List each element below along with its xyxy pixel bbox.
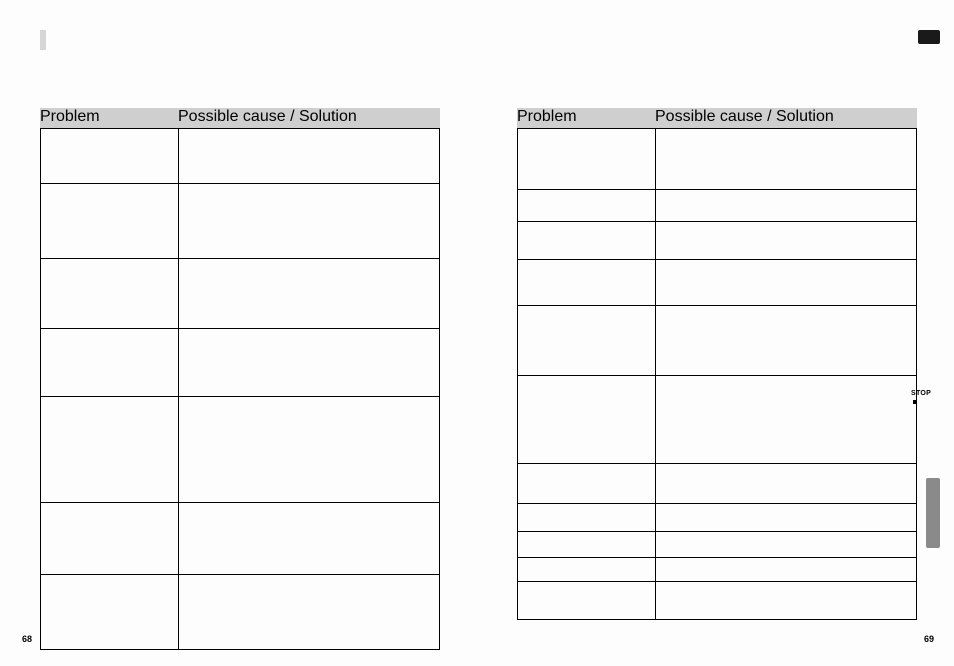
cell-problem: [518, 129, 656, 189]
cell-cause: [179, 397, 439, 502]
cell-cause: [656, 190, 916, 221]
table-row: [41, 328, 439, 396]
table-row: [518, 463, 916, 503]
table-row: [518, 129, 916, 189]
cell-problem: [41, 184, 179, 258]
cell-cause: STOP: [656, 306, 916, 375]
header-problem: Problem: [517, 108, 655, 128]
cell-cause: [656, 129, 916, 189]
table-header: Problem Possible cause / Solution: [40, 108, 440, 128]
cell-problem: [41, 329, 179, 396]
cell-problem: [518, 260, 656, 305]
table-body: [40, 128, 440, 650]
cell-cause: [179, 329, 439, 396]
cell-cause: [656, 558, 916, 581]
table-row: [518, 221, 916, 259]
cell-problem: [41, 503, 179, 574]
cell-problem: [518, 532, 656, 557]
cell-problem: [41, 259, 179, 328]
table-row: STOP: [518, 305, 916, 375]
cell-problem: [518, 582, 656, 619]
cell-problem: [41, 575, 179, 649]
page-number: 68: [22, 634, 32, 644]
header-problem: Problem: [40, 108, 178, 128]
table-row: [518, 503, 916, 531]
page-number: 69: [924, 634, 934, 644]
table-row: [41, 396, 439, 502]
stop-label: STOP: [911, 390, 931, 408]
cell-cause: [656, 582, 916, 619]
cell-problem: [518, 558, 656, 581]
page-right: Problem Possible cause / Solution: [477, 0, 954, 666]
header-cause: Possible cause / Solution: [178, 108, 440, 128]
cell-cause: [656, 222, 916, 259]
page-left: Problem Possible cause / Solution: [0, 0, 477, 666]
page-marker-left: [40, 30, 46, 50]
cell-problem: [518, 306, 656, 375]
cell-cause: [656, 504, 916, 531]
cell-problem: [518, 504, 656, 531]
cell-cause: [179, 129, 439, 183]
page-marker-right: [918, 30, 940, 44]
document-spread: Problem Possible cause / Solution: [0, 0, 954, 666]
troubleshooting-table-left: Problem Possible cause / Solution: [40, 108, 440, 650]
cell-cause: [179, 503, 439, 574]
cell-cause: [179, 575, 439, 649]
cell-cause: [656, 464, 916, 503]
table-row: [41, 183, 439, 258]
cell-problem: [518, 376, 656, 463]
table-row: [518, 259, 916, 305]
troubleshooting-table-right: Problem Possible cause / Solution: [517, 108, 917, 620]
cell-problem: [518, 464, 656, 503]
table-row: [41, 574, 439, 649]
cell-cause: [179, 184, 439, 258]
cell-cause: [656, 260, 916, 305]
cell-problem: [518, 222, 656, 259]
table-row: [41, 502, 439, 574]
cell-problem: [518, 190, 656, 221]
stop-text: STOP: [911, 390, 931, 397]
cell-problem: [41, 129, 179, 183]
table-row: STOP: [518, 375, 916, 463]
table-row: [41, 258, 439, 328]
cell-cause: [179, 259, 439, 328]
cell-cause: STOP: [656, 376, 916, 463]
table-row: [518, 557, 916, 581]
table-row: [518, 581, 916, 619]
table-row: [518, 189, 916, 221]
cell-problem: [41, 397, 179, 502]
cell-cause: [656, 532, 916, 557]
table-row: [41, 129, 439, 183]
table-row: [518, 531, 916, 557]
table-body: STOP STOP: [517, 128, 917, 620]
table-header: Problem Possible cause / Solution: [517, 108, 917, 128]
stop-icon: [913, 400, 917, 404]
thumb-tab: [926, 478, 940, 548]
header-cause: Possible cause / Solution: [655, 108, 917, 128]
